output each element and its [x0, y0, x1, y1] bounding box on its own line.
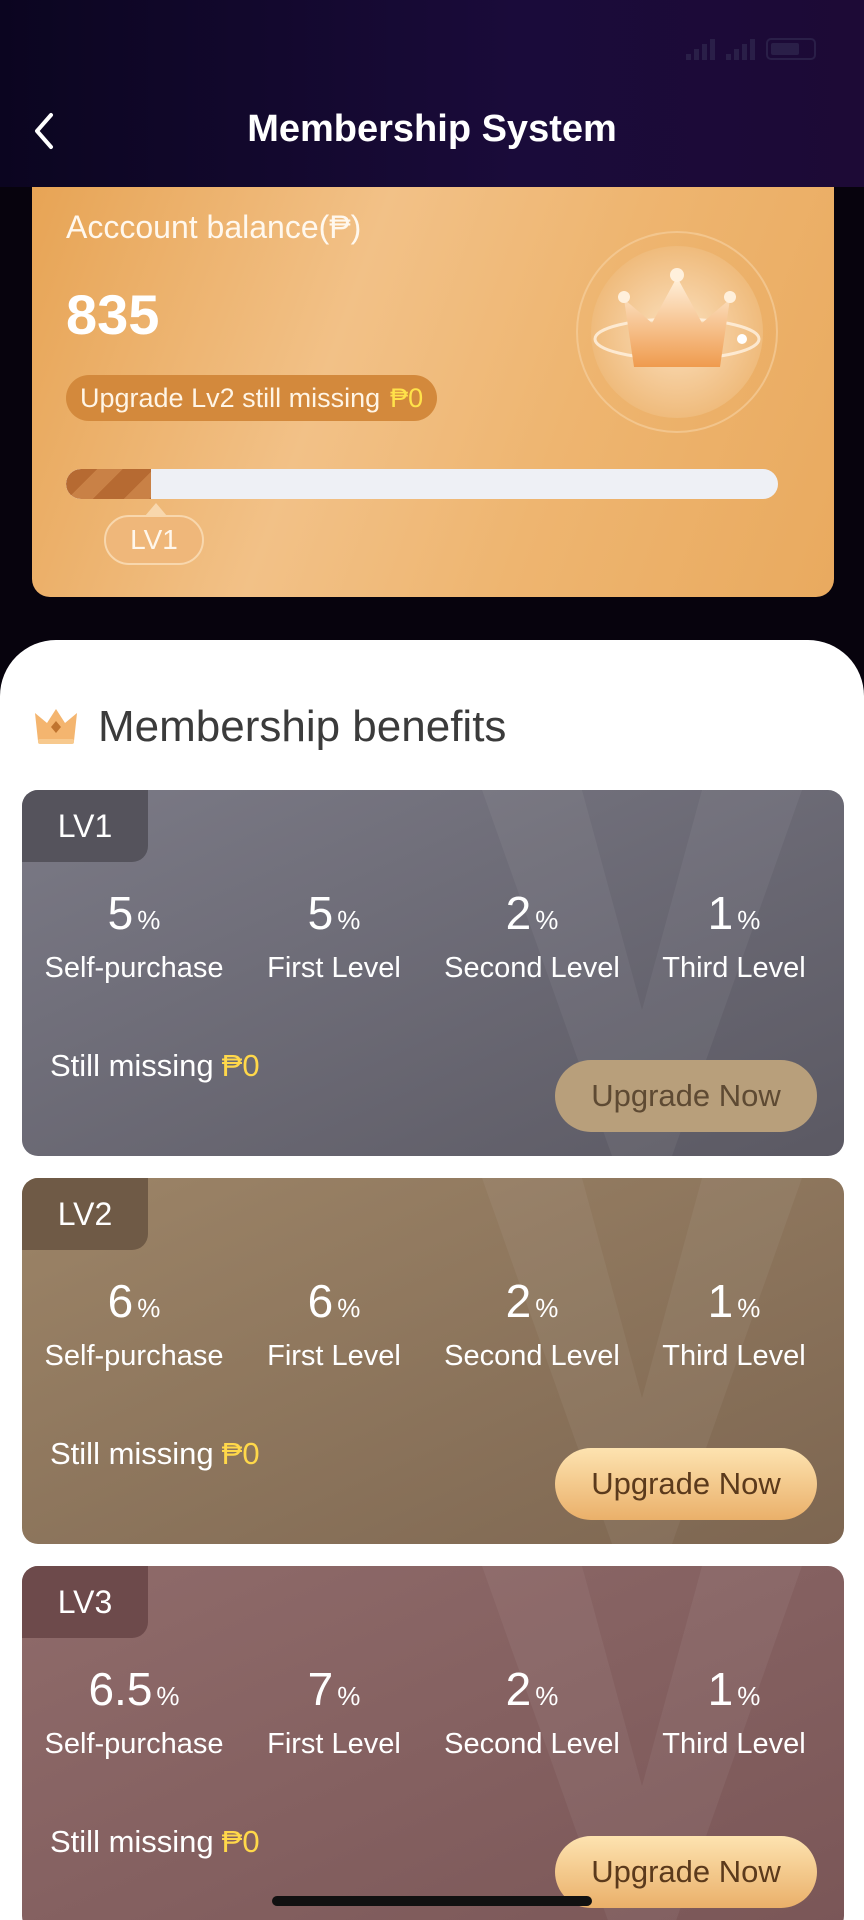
level-stats: 5% Self-purchase 5% First Level 2% Second L…: [22, 886, 844, 1006]
stat-self-purchase: 6% Self-purchase: [34, 1274, 234, 1373]
stat-value: 6: [307, 1275, 334, 1327]
stat-unit: %: [535, 1293, 559, 1323]
benefits-heading: Membership benefits: [32, 702, 506, 752]
level-card-lv3: LV3 6.5% Self-purchase 7% First Level 2% Se…: [22, 1566, 844, 1920]
stat-unit: %: [337, 905, 361, 935]
crown-icon: [35, 709, 77, 744]
stat-unit: %: [535, 905, 559, 935]
stat-label: First Level: [267, 1728, 401, 1760]
still-missing: Still missing ₱0: [50, 1048, 260, 1084]
stat-third-level: 1% Third Level: [634, 1274, 834, 1373]
balance-label: Acccount balance(₱): [66, 209, 362, 245]
stat-third-level: 1% Third Level: [634, 886, 834, 985]
level-card-lv2: LV2 6% Self-purchase 6% First Level 2% Seco…: [22, 1178, 844, 1544]
upgrade-now-button[interactable]: Upgrade Now: [555, 1836, 817, 1908]
current-level-marker: LV1: [104, 503, 204, 565]
stat-value: 6.5: [88, 1663, 153, 1715]
stat-value: 7: [307, 1663, 334, 1715]
stat-unit: %: [737, 1681, 761, 1711]
upgrade-now-button[interactable]: Upgrade Now: [555, 1060, 817, 1132]
stat-value: 5: [307, 887, 334, 939]
level-card-lv1: LV1 5% Self-purchase 5% First Level 2% Seco…: [22, 790, 844, 1156]
still-missing-amount: ₱0: [221, 1824, 260, 1859]
signal-icon-2: [726, 38, 760, 60]
stat-label: Second Level: [444, 1340, 620, 1372]
stat-label: Self-purchase: [44, 1340, 224, 1372]
stat-label: Second Level: [444, 952, 620, 984]
stat-unit: %: [737, 1293, 761, 1323]
stat-unit: %: [137, 905, 161, 935]
stat-unit: %: [737, 905, 761, 935]
still-missing-amount: ₱0: [221, 1436, 260, 1471]
level-tab: LV2: [22, 1178, 148, 1250]
level-tab: LV1: [22, 790, 148, 862]
level-progress-bar: [66, 469, 778, 499]
stat-unit: %: [337, 1293, 361, 1323]
stat-label: Self-purchase: [44, 1728, 224, 1760]
upgrade-missing-amount: ₱0: [390, 382, 424, 413]
stat-value: 2: [505, 1275, 532, 1327]
stat-label: Self-purchase: [44, 952, 224, 984]
upgrade-status-pill: Upgrade Lv2 still missing ₱0: [66, 375, 438, 421]
stat-unit: %: [156, 1681, 180, 1711]
stat-label: Third Level: [662, 1340, 806, 1372]
stat-self-purchase: 6.5% Self-purchase: [34, 1662, 234, 1761]
level-progress-fill: [66, 469, 152, 499]
still-missing: Still missing ₱0: [50, 1436, 260, 1472]
level-stats: 6% Self-purchase 6% First Level 2% Second L…: [22, 1274, 844, 1394]
stat-label: Third Level: [662, 1728, 806, 1760]
stat-label: Third Level: [662, 952, 806, 984]
stat-value: 1: [707, 1663, 734, 1715]
stat-third-level: 1% Third Level: [634, 1662, 834, 1761]
level-stats: 6.5% Self-purchase 7% First Level 2% Second…: [22, 1662, 844, 1782]
stat-value: 5: [107, 887, 134, 939]
upgrade-now-button[interactable]: Upgrade Now: [555, 1448, 817, 1520]
stat-second-level: 2% Second Level: [432, 886, 632, 985]
level-tab: LV3: [22, 1566, 148, 1638]
stat-label: First Level: [267, 1340, 401, 1372]
benefits-panel: Membership benefits LV1 5% Self-purchase …: [0, 640, 864, 1920]
stat-second-level: 2% Second Level: [432, 1662, 632, 1761]
still-missing-label: Still missing: [50, 1824, 214, 1859]
stat-first-level: 6% First Level: [234, 1274, 434, 1373]
stat-unit: %: [337, 1681, 361, 1711]
stat-value: 2: [505, 1663, 532, 1715]
status-bar: [0, 30, 864, 74]
stat-label: Second Level: [444, 1728, 620, 1760]
still-missing-label: Still missing: [50, 1436, 214, 1471]
stat-first-level: 7% First Level: [234, 1662, 434, 1761]
balance-value: 835: [66, 283, 160, 346]
benefits-title: Membership benefits: [98, 702, 507, 751]
stat-second-level: 2% Second Level: [432, 1274, 632, 1373]
stat-value: 1: [707, 887, 734, 939]
signal-icon: [686, 38, 720, 60]
still-missing-label: Still missing: [50, 1048, 214, 1083]
stat-self-purchase: 5% Self-purchase: [34, 886, 234, 985]
upgrade-status-text: Upgrade Lv2 still missing: [80, 382, 381, 413]
still-missing: Still missing ₱0: [50, 1824, 260, 1860]
stat-value: 6: [107, 1275, 134, 1327]
stat-first-level: 5% First Level: [234, 886, 434, 985]
still-missing-amount: ₱0: [221, 1048, 260, 1083]
stat-value: 2: [505, 887, 532, 939]
stat-value: 1: [707, 1275, 734, 1327]
stat-unit: %: [137, 1293, 161, 1323]
page-title: Membership System: [247, 108, 617, 150]
stat-unit: %: [535, 1681, 559, 1711]
app-header: Membership System: [0, 0, 864, 187]
crown-badge-icon: [572, 227, 782, 437]
balance-card: Acccount balance(₱) 835 Upgrade Lv2 stil…: [32, 187, 834, 597]
battery-icon: [766, 38, 816, 60]
stat-label: First Level: [267, 952, 401, 984]
home-indicator: [272, 1896, 592, 1906]
status-icons: [686, 38, 816, 60]
